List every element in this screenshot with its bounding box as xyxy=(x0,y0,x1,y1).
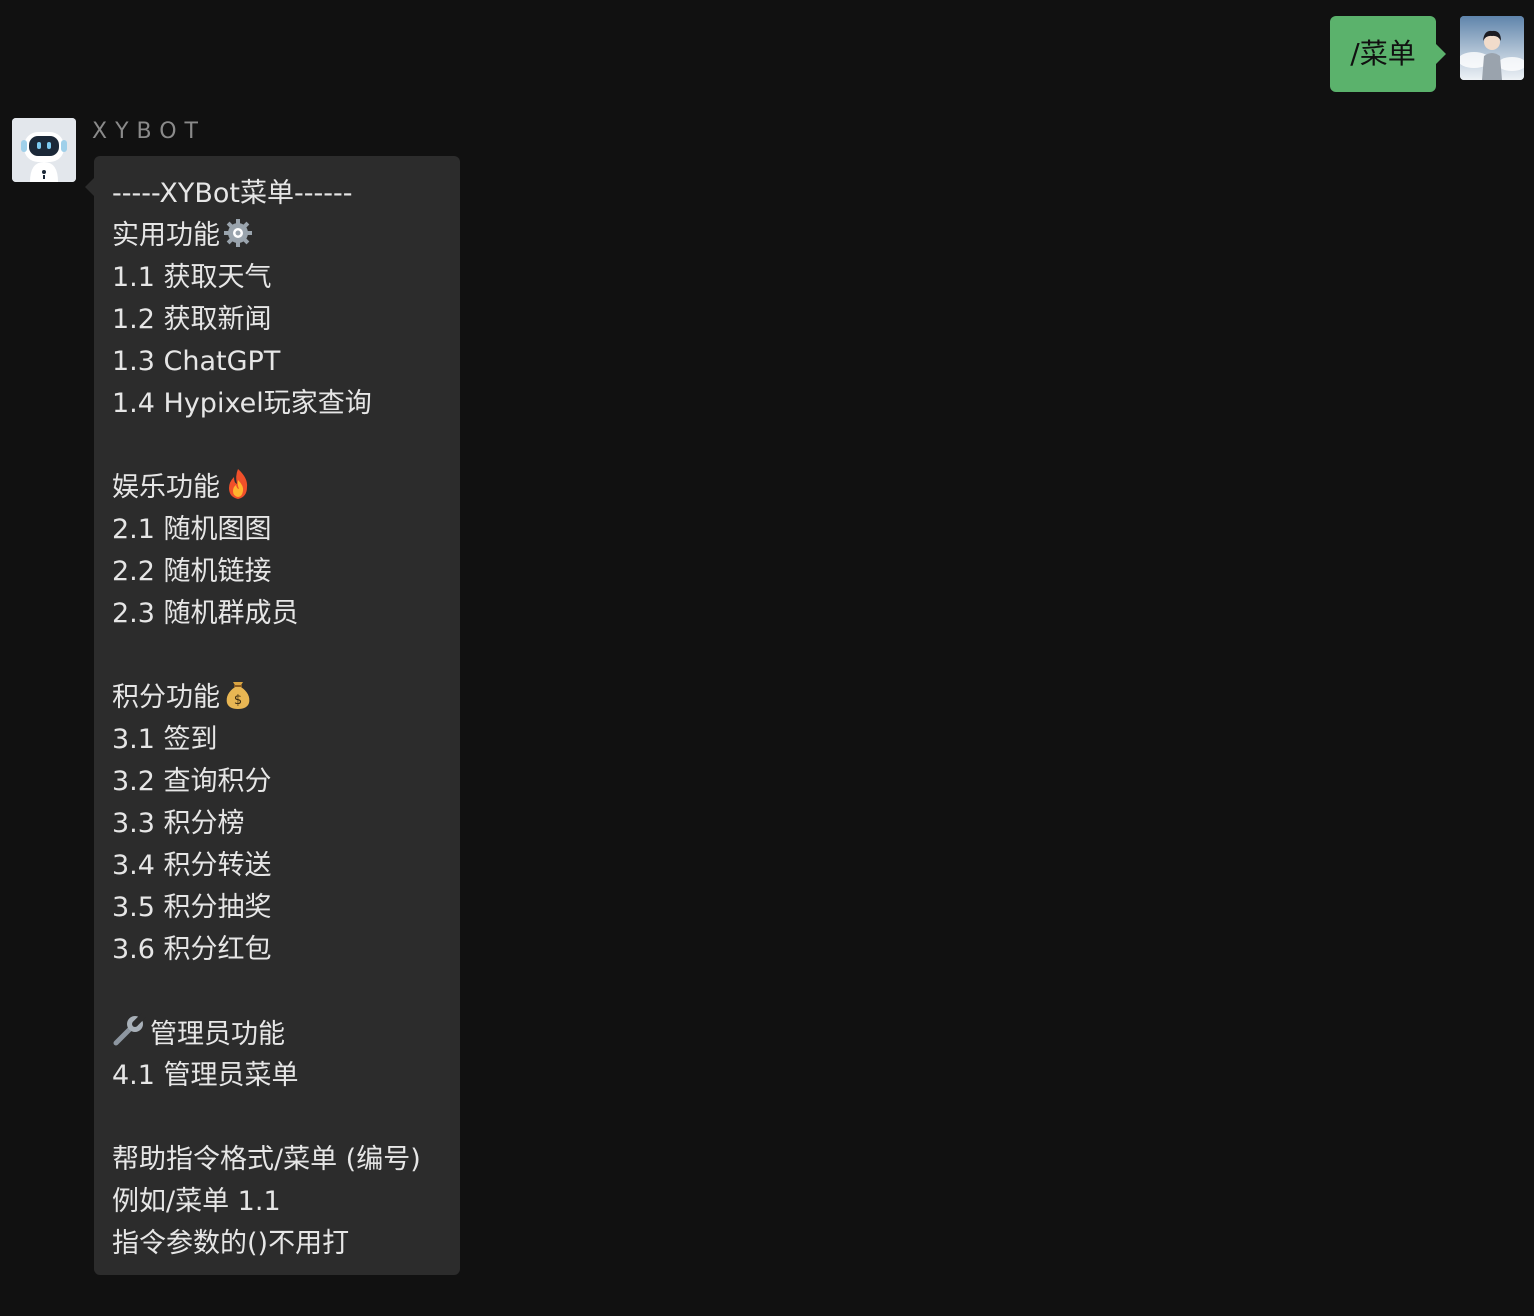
bot-avatar[interactable] xyxy=(12,118,76,182)
menu-line: 3.4 积分转送 xyxy=(112,850,272,881)
user-avatar[interactable] xyxy=(1460,16,1524,80)
menu-line: 1.4 Hypixel玩家查询 xyxy=(112,388,372,419)
incoming-message-column: XYBOT -----XYBot菜单------ 实用功能 1.1 获取天气 1… xyxy=(85,118,460,1275)
menu-line: -----XYBot菜单------ xyxy=(112,178,353,209)
menu-line: 管理员功能 xyxy=(112,1011,440,1055)
fire-icon xyxy=(223,468,253,513)
menu-line: 指令参数的()不用打 xyxy=(112,1228,350,1259)
menu-line: 积分功能 $ xyxy=(112,677,440,719)
user-avatar-image xyxy=(1460,16,1524,80)
menu-line: 实用功能 xyxy=(112,215,440,257)
menu-line xyxy=(112,635,440,677)
menu-line: 3.1 签到 xyxy=(112,724,218,755)
chat-window: /菜单 XYBOT -----XYBot菜单------ 实用功能 1.1 获取… xyxy=(0,0,1534,1316)
incoming-message-bubble[interactable]: -----XYBot菜单------ 实用功能 1.1 获取天气 1.2 获取新… xyxy=(85,156,460,1275)
menu-line: 3.6 积分红包 xyxy=(112,934,272,965)
menu-line xyxy=(112,971,440,1013)
outgoing-message-text: /菜单 xyxy=(1350,37,1416,70)
robot-icon xyxy=(12,118,76,182)
outgoing-message-bubble[interactable]: /菜单 xyxy=(1330,16,1446,92)
menu-line: 3.3 积分榜 xyxy=(112,808,245,839)
menu-line: 3.2 查询积分 xyxy=(112,766,272,797)
menu-line: 2.3 随机群成员 xyxy=(112,598,299,629)
menu-line: 2.2 随机链接 xyxy=(112,556,272,587)
menu-line: 1.3 ChatGPT xyxy=(112,346,281,377)
gear-icon xyxy=(223,218,253,261)
menu-line xyxy=(112,425,440,467)
menu-line: 2.1 随机图图 xyxy=(112,514,272,545)
sender-name: XYBOT xyxy=(92,119,206,144)
menu-line xyxy=(112,1097,440,1139)
menu-line: 例如/菜单 1.1 xyxy=(112,1186,281,1217)
menu-line: 帮助指令格式/菜单 (编号) xyxy=(112,1144,421,1175)
incoming-message-row: XYBOT -----XYBot菜单------ 实用功能 1.1 获取天气 1… xyxy=(12,118,460,1275)
money-bag-icon: $ xyxy=(223,678,253,723)
menu-line: 1.2 获取新闻 xyxy=(112,304,272,335)
menu-line: 娱乐功能 xyxy=(112,467,440,509)
outgoing-message-row: /菜单 xyxy=(1330,16,1524,92)
menu-line: 3.5 积分抽奖 xyxy=(112,892,272,923)
wrench-icon xyxy=(112,1011,148,1060)
svg-text:$: $ xyxy=(234,693,242,708)
menu-line: 1.1 获取天气 xyxy=(112,262,272,293)
menu-line: 4.1 管理员菜单 xyxy=(112,1060,299,1091)
